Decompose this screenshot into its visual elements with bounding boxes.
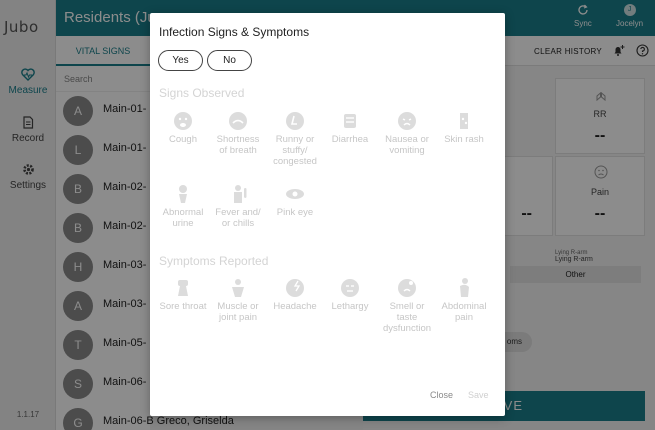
symptom-option-urine[interactable]: Abnormal urine	[155, 183, 211, 229]
dialog-title: Infection Signs & Symptoms	[159, 25, 310, 39]
symptom-option-sore-throat[interactable]: Sore throat	[155, 277, 211, 312]
save-button[interactable]: Save	[468, 390, 489, 400]
sore-throat-icon	[178, 280, 188, 296]
symptom-label: Abnormal urine	[162, 207, 204, 229]
diarrhea-icon	[344, 114, 356, 128]
nausea-icon	[398, 112, 416, 130]
symptom-label: Skin rash	[444, 134, 484, 145]
skin-rash-icon	[460, 113, 468, 129]
symptom-option-diarrhea[interactable]: Diarrhea	[322, 110, 378, 145]
symptom-label: Fever and/ or chills	[215, 207, 261, 229]
symptom-label: Muscle or joint pain	[217, 301, 259, 323]
urine-icon	[179, 185, 187, 203]
lethargy-icon	[341, 279, 359, 297]
breath-icon	[229, 112, 247, 130]
signs-observed-heading: Signs Observed	[159, 86, 245, 100]
symptom-label: Pink eye	[276, 207, 314, 218]
symptom-option-abdominal-pain[interactable]: Abdominal pain	[436, 277, 492, 323]
symptom-option-muscle-pain[interactable]: Muscle or joint pain	[210, 277, 266, 323]
symptom-option-breath[interactable]: Shortness of breath	[210, 110, 266, 156]
symptom-option-smell-taste[interactable]: Smell or taste dysfunction	[379, 277, 435, 334]
symptom-label: Lethargy	[331, 301, 369, 312]
symptom-option-nausea[interactable]: Nausea or vomiting	[379, 110, 435, 156]
eye-icon	[286, 189, 304, 199]
symptom-option-nose[interactable]: Runny or stuffy/ congested	[267, 110, 323, 167]
nose-icon	[286, 112, 304, 130]
symptom-option-skin-rash[interactable]: Skin rash	[436, 110, 492, 145]
symptom-label: Cough	[169, 134, 197, 145]
symptom-label: Sore throat	[159, 301, 207, 312]
symptom-option-headache[interactable]: Headache	[267, 277, 323, 312]
symptom-option-cough[interactable]: Cough	[155, 110, 211, 145]
symptom-label: Runny or stuffy/ congested	[273, 134, 317, 167]
symptom-label: Headache	[273, 301, 317, 312]
symptom-label: Shortness of breath	[216, 134, 260, 156]
muscle-pain-icon	[232, 279, 244, 297]
headache-icon	[286, 279, 304, 297]
symptom-label: Abdominal pain	[441, 301, 487, 323]
abdominal-pain-icon	[460, 278, 469, 297]
fever-icon	[234, 185, 247, 203]
infection-signs-dialog: Infection Signs & Symptoms Yes No Signs …	[150, 13, 505, 416]
symptom-label: Smell or taste dysfunction	[382, 301, 432, 334]
symptom-option-eye[interactable]: Pink eye	[267, 183, 323, 218]
symptoms-reported-heading: Symptoms Reported	[159, 254, 269, 268]
symptom-label: Diarrhea	[331, 134, 369, 145]
no-button[interactable]: No	[207, 50, 252, 71]
symptom-label: Nausea or vomiting	[385, 134, 429, 156]
symptom-option-lethargy[interactable]: Lethargy	[322, 277, 378, 312]
cough-icon	[174, 112, 192, 130]
symptom-option-fever[interactable]: Fever and/ or chills	[210, 183, 266, 229]
smell-taste-icon	[398, 279, 416, 297]
yes-button[interactable]: Yes	[158, 50, 203, 71]
close-button[interactable]: Close	[430, 390, 453, 400]
